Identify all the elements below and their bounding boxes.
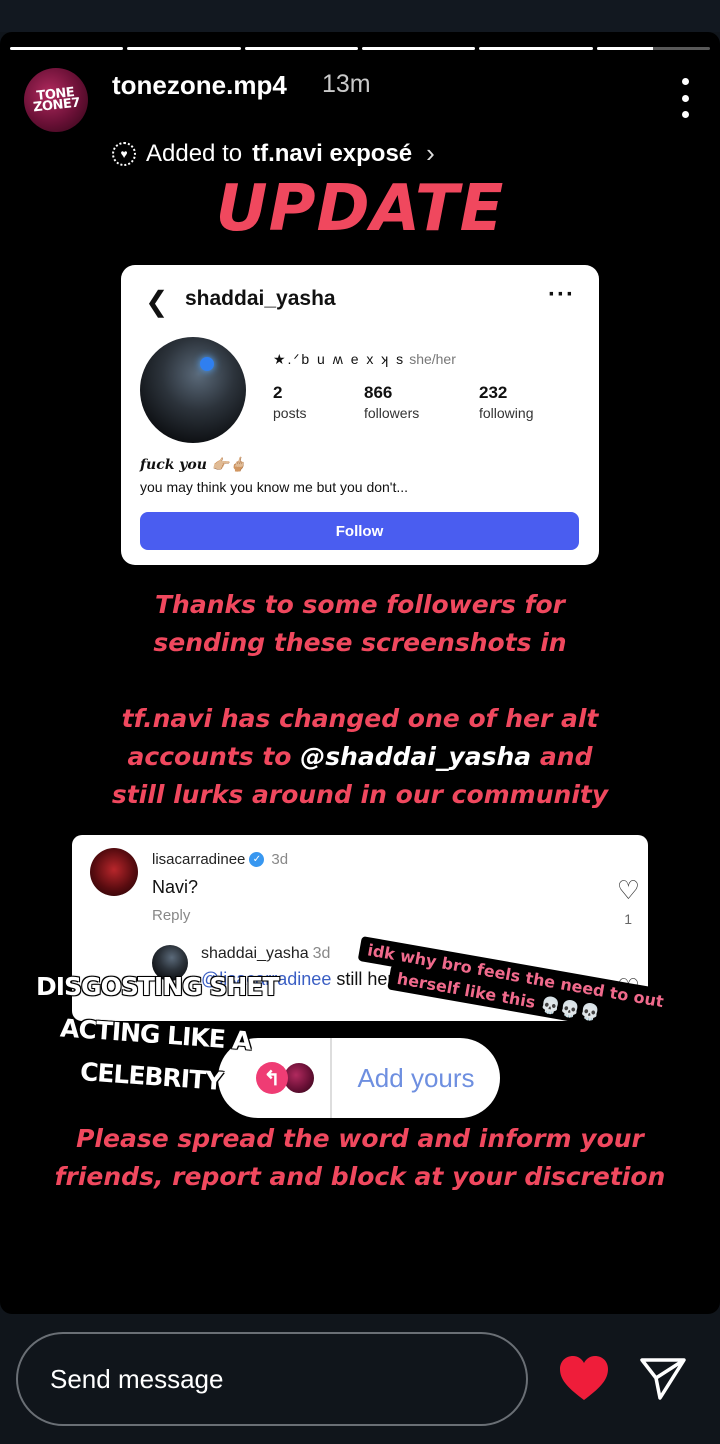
progress-fill: [361, 47, 476, 50]
story-footer: Send message: [0, 1314, 720, 1444]
story-username[interactable]: tonezone.mp4: [112, 70, 287, 101]
story-time: 13m: [322, 70, 371, 98]
follow-button-image: Follow: [140, 512, 579, 550]
spread-line-2: friends, report and block at your discre…: [54, 1162, 666, 1191]
avatar-logo-text: TONE ZONE7: [32, 85, 81, 116]
stat-following: 232 following: [479, 383, 533, 421]
changed-line-1: tf.navi has changed one of her alt: [121, 704, 599, 733]
profile-screenshot: ❮ shaddai_yasha ··· ★.ᐟb u ʍ e x ʞ s she/…: [121, 265, 599, 565]
display-name-text: ★.ᐟb u ʍ e x ʞ s: [273, 351, 406, 367]
comment-text: Navi?: [152, 877, 199, 897]
thanks-line-1: Thanks to some followers for: [154, 590, 566, 619]
progress-segment: [244, 47, 358, 50]
progress-segment: [479, 47, 593, 50]
reply-age: 3d: [312, 945, 331, 962]
progress-segment: [361, 47, 476, 50]
followers-count: 866: [364, 383, 393, 402]
add-yours-label: Add yours: [357, 1062, 475, 1093]
commenter-username: lisacarradinee ✓ 3d: [152, 851, 288, 868]
pronouns: she/her: [409, 351, 456, 367]
story-frame[interactable]: TONE ZONE7 tonezone.mp4 13m ♥ Added to t…: [0, 32, 720, 1314]
progress-fill: [596, 47, 654, 50]
profile-picture: [140, 337, 246, 443]
progress-fill: [244, 47, 358, 50]
profile-display-name: ★.ᐟb u ʍ e x ʞ s she/her: [273, 351, 456, 368]
comment-heart-icon: ♡: [616, 875, 640, 905]
progress-fill: [479, 47, 593, 50]
following-count: 232: [479, 383, 508, 402]
send-icon[interactable]: [638, 1354, 688, 1402]
highlight-link[interactable]: ♥ Added to tf.navi exposé ›: [112, 138, 435, 169]
headline-update: UPDATE: [215, 172, 505, 246]
send-message-input[interactable]: Send message: [16, 1332, 528, 1426]
story-avatar[interactable]: TONE ZONE7: [24, 68, 88, 132]
reply-name: shaddai_yasha: [201, 945, 309, 962]
more-vertical-icon[interactable]: [680, 78, 690, 118]
story-header: TONE ZONE7 tonezone.mp4 13m ♥ Added to t…: [24, 68, 704, 168]
followers-label: followers: [364, 405, 420, 421]
spread-line-1: Please spread the word and inform your: [76, 1124, 644, 1153]
heart-icon[interactable]: [558, 1354, 610, 1402]
stat-posts: 2 posts: [273, 383, 306, 421]
comment-age: 3d: [271, 851, 289, 868]
profile-username: shaddai_yasha: [185, 287, 336, 310]
overlay-line-1: DISGOSTING SHET: [36, 972, 279, 1001]
profile-bio-line2: you may think you know me but you don't.…: [140, 479, 409, 495]
changed-line-2a: accounts to: [127, 742, 292, 771]
commenter-avatar: [90, 848, 138, 896]
more-horizontal-icon: ···: [548, 281, 575, 308]
changed-line-2: accounts to @shaddai_yasha and: [0, 738, 720, 776]
status-band: [0, 0, 720, 32]
progress-segment: [127, 47, 241, 50]
changed-handle: @shaddai_yasha: [300, 742, 532, 771]
posts-label: posts: [273, 405, 307, 421]
comment-like-count: 1: [624, 911, 632, 927]
chevron-right-icon: ›: [426, 138, 435, 168]
add-yours-sticker[interactable]: ↰ Add yours: [218, 1038, 500, 1118]
posts-count: 2: [273, 383, 283, 402]
changed-line-2b: and: [539, 742, 593, 771]
following-label: following: [479, 405, 534, 421]
highlight-name: tf.navi exposé: [252, 139, 413, 167]
overlay-line-3: CELEBRITY: [79, 1057, 224, 1096]
progress-segment: [10, 47, 124, 50]
progress-segment: [596, 47, 710, 50]
story-progress: [10, 47, 710, 50]
highlight-icon: ♥: [112, 141, 136, 166]
added-prefix: Added to: [146, 139, 243, 167]
reply-username: shaddai_yasha 3d: [201, 945, 330, 963]
changed-line-3: still lurks around in our community: [111, 780, 609, 809]
thanks-line-2: sending these screenshots in: [153, 628, 567, 657]
back-arrow-icon: ❮: [145, 286, 169, 317]
profile-bio-line1: fuck you 👉🏼🖕🏼: [140, 457, 247, 473]
reply-arrow-icon: ↰: [256, 1062, 288, 1094]
reply-label: Reply: [152, 907, 191, 924]
verified-badge-icon: ✓: [249, 852, 265, 867]
progress-fill: [127, 47, 241, 50]
stat-followers: 866 followers: [364, 383, 419, 421]
progress-fill: [10, 47, 124, 50]
commenter-name: lisacarradinee: [152, 851, 246, 868]
